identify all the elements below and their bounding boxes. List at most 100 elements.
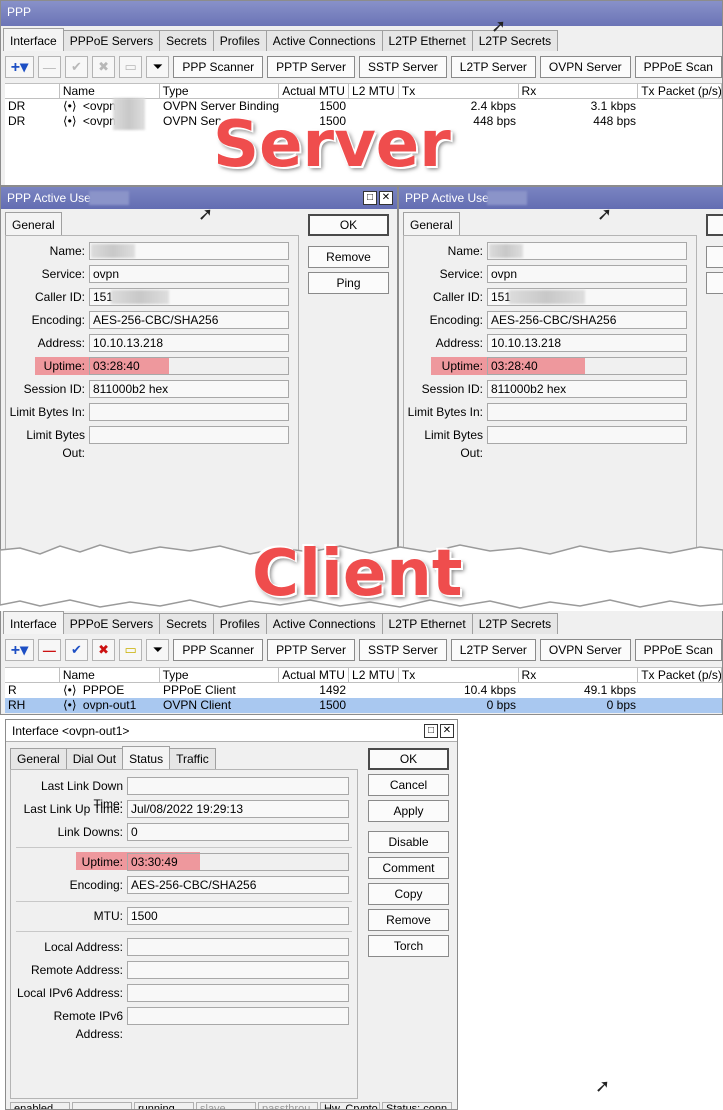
- ovpn-server-button[interactable]: OVPN Server: [539, 639, 631, 661]
- ppp-scanner-button[interactable]: PPP Scanner: [173, 56, 264, 78]
- tab-l2tp-secrets[interactable]: L2TP Secrets: [471, 30, 559, 51]
- col-actual-mtu[interactable]: Actual MTU: [279, 84, 350, 98]
- col-name[interactable]: Name: [60, 668, 160, 682]
- service-field[interactable]: ovpn: [89, 265, 289, 283]
- tab-profiles[interactable]: Profiles: [212, 30, 267, 51]
- col-tx[interactable]: Tx: [399, 84, 519, 98]
- maximize-icon[interactable]: □: [424, 724, 438, 738]
- pppoe-scan-button[interactable]: PPPoE Scan: [634, 639, 722, 661]
- remove-icon[interactable]: —: [37, 56, 61, 78]
- ping-button[interactable]: Ping: [308, 272, 389, 294]
- disable-button[interactable]: Disable: [368, 831, 449, 853]
- tab-active-connections[interactable]: Active Connections: [265, 30, 383, 51]
- sstp-server-button[interactable]: SSTP Server: [358, 639, 447, 661]
- col-l2-mtu[interactable]: L2 MTU: [349, 668, 399, 682]
- col-tx-packet[interactable]: Tx Packet (p/s): [638, 84, 722, 98]
- cancel-button[interactable]: Cancel: [368, 774, 449, 796]
- tab-interface[interactable]: Interface: [3, 28, 64, 51]
- col-tx-packet[interactable]: Tx Packet (p/s): [638, 668, 722, 682]
- remove-button[interactable]: Remove: [368, 909, 449, 931]
- session-id-field[interactable]: 811000b2 hex: [487, 380, 687, 398]
- l2tp-server-button[interactable]: L2TP Server: [450, 56, 536, 78]
- interface-titlebar[interactable]: Interface <ovpn-out1>: [6, 720, 457, 742]
- uptime-field[interactable]: 03:28:40: [487, 357, 687, 375]
- col-rx[interactable]: Rx: [519, 84, 639, 98]
- limit-bytes-in-field[interactable]: [89, 403, 289, 421]
- active-user-titlebar[interactable]: PPP Active User: [399, 187, 723, 209]
- tab-profiles[interactable]: Profiles: [212, 613, 267, 634]
- encoding-field[interactable]: AES-256-CBC/SHA256: [127, 876, 349, 894]
- uptime-field[interactable]: 03:30:49: [127, 853, 349, 871]
- col-type[interactable]: Type: [160, 84, 280, 98]
- encoding-field[interactable]: AES-256-CBC/SHA256: [89, 311, 289, 329]
- tab-general[interactable]: General: [5, 212, 62, 235]
- uptime-field[interactable]: 03:28:40: [89, 357, 289, 375]
- tab-secrets[interactable]: Secrets: [159, 30, 214, 51]
- col-tx[interactable]: Tx: [399, 668, 519, 682]
- comment-icon[interactable]: ▭: [119, 639, 143, 661]
- filter-icon[interactable]: ⏷: [146, 56, 170, 78]
- address-field[interactable]: 10.10.13.218: [487, 334, 687, 352]
- torch-button[interactable]: Torch: [368, 935, 449, 957]
- service-field[interactable]: ovpn: [487, 265, 687, 283]
- table-row-selected[interactable]: RH ⟨•⟩ ovpn-out1 OVPN Client 1500 0 bps …: [5, 698, 722, 713]
- add-icon[interactable]: +▾: [5, 639, 34, 661]
- limit-bytes-out-field[interactable]: [89, 426, 289, 444]
- ppp-scanner-button[interactable]: PPP Scanner: [173, 639, 264, 661]
- col-type[interactable]: Type: [160, 668, 280, 682]
- col-flags[interactable]: [5, 84, 60, 98]
- server-ppp-titlebar[interactable]: PPP: [1, 1, 722, 26]
- tab-pppoe-servers[interactable]: PPPoE Servers: [62, 613, 161, 634]
- table-row[interactable]: R ⟨•⟩ PPPOE PPPoE Client 1492 10.4 kbps …: [5, 683, 722, 698]
- tab-l2tp-ethernet[interactable]: L2TP Ethernet: [381, 613, 473, 634]
- col-l2-mtu[interactable]: L2 MTU: [349, 84, 399, 98]
- apply-button[interactable]: Apply: [368, 800, 449, 822]
- close-icon[interactable]: ✕: [379, 191, 393, 205]
- local-address-field[interactable]: [127, 938, 349, 956]
- disable-icon[interactable]: ✖: [92, 56, 116, 78]
- remove-icon[interactable]: —: [37, 639, 61, 661]
- add-icon[interactable]: +▾: [5, 56, 34, 78]
- sstp-server-button[interactable]: SSTP Server: [358, 56, 447, 78]
- tab-dial-out[interactable]: Dial Out: [65, 748, 124, 769]
- local-ipv6-field[interactable]: [127, 984, 349, 1002]
- tab-l2tp-secrets[interactable]: L2TP Secrets: [471, 613, 559, 634]
- ok-button[interactable]: OK: [308, 214, 389, 236]
- last-link-down-field[interactable]: [127, 777, 349, 795]
- enable-icon[interactable]: ✔: [64, 639, 89, 661]
- encoding-field[interactable]: AES-256-CBC/SHA256: [487, 311, 687, 329]
- tab-status[interactable]: Status: [122, 746, 171, 769]
- enable-icon[interactable]: ✔: [64, 56, 89, 78]
- col-flags[interactable]: [5, 668, 60, 682]
- ok-button[interactable]: [706, 214, 723, 236]
- ping-button[interactable]: [706, 272, 723, 294]
- col-name[interactable]: Name: [60, 84, 160, 98]
- session-id-field[interactable]: 811000b2 hex: [89, 380, 289, 398]
- limit-bytes-out-field[interactable]: [487, 426, 687, 444]
- pptp-server-button[interactable]: PPTP Server: [267, 639, 355, 661]
- tab-secrets[interactable]: Secrets: [159, 613, 214, 634]
- ovpn-server-button[interactable]: OVPN Server: [539, 56, 631, 78]
- comment-button[interactable]: Comment: [368, 857, 449, 879]
- link-downs-field[interactable]: 0: [127, 823, 349, 841]
- l2tp-server-button[interactable]: L2TP Server: [450, 639, 536, 661]
- disable-icon[interactable]: ✖: [92, 639, 116, 661]
- pppoe-scan-button[interactable]: PPPoE Scan: [634, 56, 722, 78]
- copy-button[interactable]: Copy: [368, 883, 449, 905]
- last-link-up-field[interactable]: Jul/08/2022 19:29:13: [127, 800, 349, 818]
- tab-general[interactable]: General: [10, 748, 67, 769]
- filter-icon[interactable]: ⏷: [146, 639, 170, 661]
- ok-button[interactable]: OK: [368, 748, 449, 770]
- remove-button[interactable]: [706, 246, 723, 268]
- tab-traffic[interactable]: Traffic: [169, 748, 216, 769]
- limit-bytes-in-field[interactable]: [487, 403, 687, 421]
- tab-interface[interactable]: Interface: [3, 611, 64, 634]
- tab-active-connections[interactable]: Active Connections: [265, 613, 383, 634]
- col-rx[interactable]: Rx: [519, 668, 639, 682]
- comment-icon[interactable]: ▭: [119, 56, 143, 78]
- pptp-server-button[interactable]: PPTP Server: [267, 56, 355, 78]
- tab-general[interactable]: General: [403, 212, 460, 235]
- col-actual-mtu[interactable]: Actual MTU: [279, 668, 350, 682]
- remote-ipv6-field[interactable]: [127, 1007, 349, 1025]
- remote-address-field[interactable]: [127, 961, 349, 979]
